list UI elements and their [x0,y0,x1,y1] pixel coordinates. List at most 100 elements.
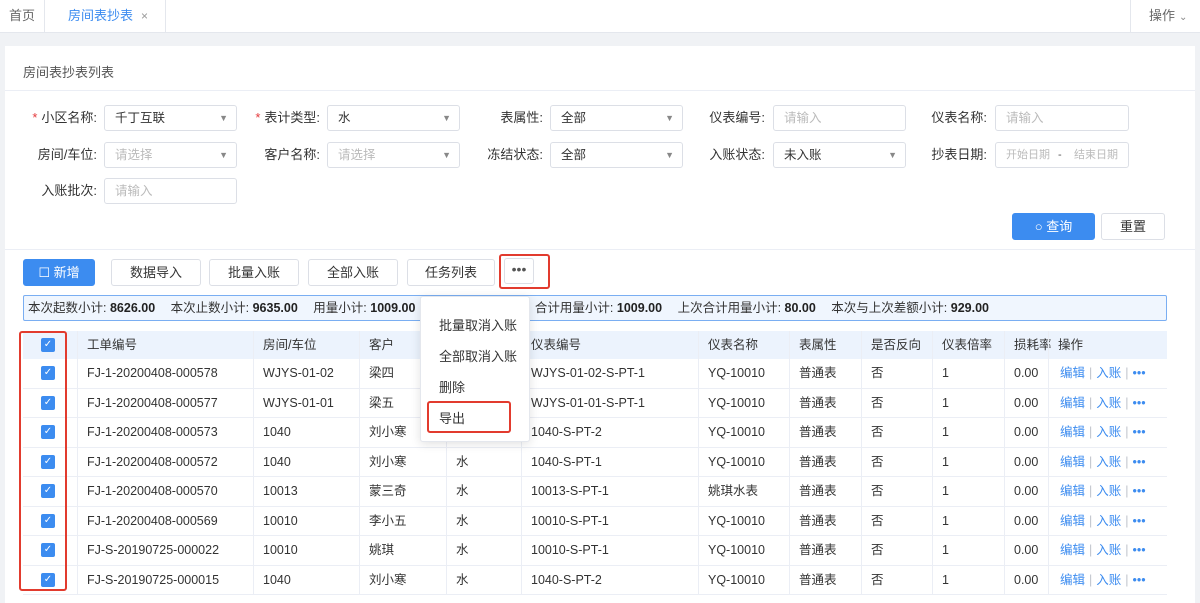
batch-input[interactable]: 请输入 [104,178,237,204]
column-header: 操作 [1058,338,1084,352]
chevron-down-icon: ▼ [665,113,674,123]
table-cell: FJ-1-20200408-000578 [87,366,218,380]
account-link[interactable]: 入账 [1096,484,1121,498]
row-actions: 编辑 | 入账 | ••• [1060,454,1146,469]
account-select[interactable]: 未入账 ▼ [773,142,906,168]
row-actions: 编辑 | 入账 | ••• [1060,366,1146,380]
more-icon[interactable]: ••• [1133,396,1146,410]
table-cell: 1040-S-PT-2 [531,425,602,439]
meter-name-input[interactable]: 请输入 [995,105,1129,131]
table-cell: 0.00 [1014,543,1039,557]
table-cell: FJ-1-20200408-000570 [87,484,218,498]
table-cell: 普通表 [799,395,837,410]
row-actions: 编辑 | 入账 | ••• [1060,513,1146,528]
tab-room-meter-reading[interactable]: 房间表抄表 × [46,0,166,32]
edit-link[interactable]: 编辑 [1060,573,1085,587]
table-cell: 1 [942,484,949,498]
table-cell: 刘小寒 [369,425,407,439]
batch-account-button[interactable]: 批量入账 [209,259,299,286]
table-cell: 否 [871,454,884,469]
edit-link[interactable]: 编辑 [1060,366,1085,380]
more-icon[interactable]: ••• [1133,455,1146,469]
tab-label: 房间表抄表 [68,8,134,23]
table-row: ✓ FJ-1-20200408-000570 10013 蒙三奇水 10013-S-PT… [23,477,1167,507]
add-button[interactable]: ☐ 新增 [23,259,95,286]
chevron-down-icon: ⌄ [1179,12,1188,23]
column-divider [1004,331,1005,595]
batch-label: 入账批次: [41,183,97,198]
table-cell: 刘小寒 [369,454,407,469]
table-cell: 1 [942,366,949,380]
more-icon[interactable]: ••• [1133,366,1146,380]
table-row: ✓ FJ-S-20190725-000015 1040 刘小寒水 1040-S-PT-2… [23,565,1167,595]
table-cell: 否 [871,513,884,528]
account-link[interactable]: 入账 [1096,573,1121,587]
community-label: * 小区名称: [32,110,97,125]
table-cell: 10010-S-PT-1 [531,513,609,528]
edit-link[interactable]: 编辑 [1060,425,1085,439]
table-cell: 普通表 [799,484,837,498]
account-link[interactable]: 入账 [1096,396,1121,410]
reset-button[interactable]: 重置 [1101,213,1165,240]
edit-link[interactable]: 编辑 [1060,484,1085,498]
account-link[interactable]: 入账 [1096,514,1121,528]
account-link[interactable]: 入账 [1096,366,1121,380]
edit-link[interactable]: 编辑 [1060,396,1085,410]
column-divider [861,331,862,595]
table-cell: 李小五 [369,513,407,528]
more-icon[interactable]: ••• [1133,484,1146,498]
all-account-button[interactable]: 全部入账 [308,259,398,286]
menu-item-batch-cancel[interactable]: 批量取消入账 [439,315,517,334]
account-link[interactable]: 入账 [1096,455,1121,469]
column-divider [698,331,699,595]
more-icon[interactable]: ••• [1133,514,1146,528]
close-icon[interactable]: × [141,9,148,23]
table-cell: FJ-1-20200408-000572 [87,454,218,469]
more-icon[interactable]: ••• [1133,425,1146,439]
customer-select[interactable]: 请选择 ▼ [327,142,460,168]
more-icon[interactable]: ••• [1133,543,1146,557]
meter-type-select[interactable]: 水 ▼ [327,105,460,131]
room-select[interactable]: 请选择 ▼ [104,142,237,168]
account-link[interactable]: 入账 [1096,543,1121,557]
read-date-range[interactable]: 开始日期 - 结束日期 [995,142,1129,168]
menu-item-all-cancel[interactable]: 全部取消入账 [439,346,517,365]
account-link[interactable]: 入账 [1096,425,1121,439]
row-actions: 编辑 | 入账 | ••• [1060,425,1146,439]
community-select[interactable]: 千丁互联 ▼ [104,105,237,131]
table-cell: WJYS-01-02-S-PT-1 [531,366,645,380]
divider [5,249,1195,250]
table-row: ✓FJ-1-20200408-000578WJYS-01-02梁四水WJYS-0… [23,359,1167,389]
table-cell: FJ-S-20190725-000015 [87,572,220,587]
table-cell: 0.00 [1014,572,1039,587]
freeze-select[interactable]: 全部 ▼ [550,142,683,168]
account-label: 入账状态: [709,147,765,162]
chevron-down-icon: ▼ [219,150,228,160]
table-cell: 水 [456,513,469,528]
table-row: ✓ FJ-1-20200408-000569 10010 李小五水 10010-S-PT… [23,506,1167,536]
table-cell: 蒙三奇 [369,484,407,498]
table-cell: 水 [456,454,469,469]
column-divider [253,331,254,595]
task-list-button[interactable]: 任务列表 [407,259,495,286]
table-cell: 否 [871,366,884,380]
tab-home[interactable]: 首页 [0,0,45,32]
table-row: ✓FJ-1-20200408-000577WJYS-01-01梁五水WJYS-0… [23,388,1167,418]
edit-link[interactable]: 编辑 [1060,514,1085,528]
table-attr-select[interactable]: 全部 ▼ [550,105,683,131]
table-cell: WJYS-01-01-S-PT-1 [531,395,645,410]
meter-no-input[interactable]: 请输入 [773,105,906,131]
operations-menu[interactable]: 操作 ⌄ [1130,0,1200,32]
column-header: 工单编号 [87,338,138,352]
highlight-box [499,254,550,289]
edit-link[interactable]: 编辑 [1060,455,1085,469]
table-attr-label: 表属性: [500,110,543,125]
more-icon[interactable]: ••• [1133,573,1146,587]
table-cell: 10013 [263,484,298,498]
read-date-label: 抄表日期: [931,147,987,162]
edit-link[interactable]: 编辑 [1060,543,1085,557]
import-button[interactable]: 数据导入 [111,259,201,286]
menu-item-delete[interactable]: 删除 [439,377,465,396]
query-button[interactable]: ○ 查询 [1012,213,1095,240]
table-header: ✓ 工单编号 房间/车位 客户 仪表编号 仪表名称 表属性 是否反向 仪表倍率 损耗率 操作 [23,331,1167,359]
